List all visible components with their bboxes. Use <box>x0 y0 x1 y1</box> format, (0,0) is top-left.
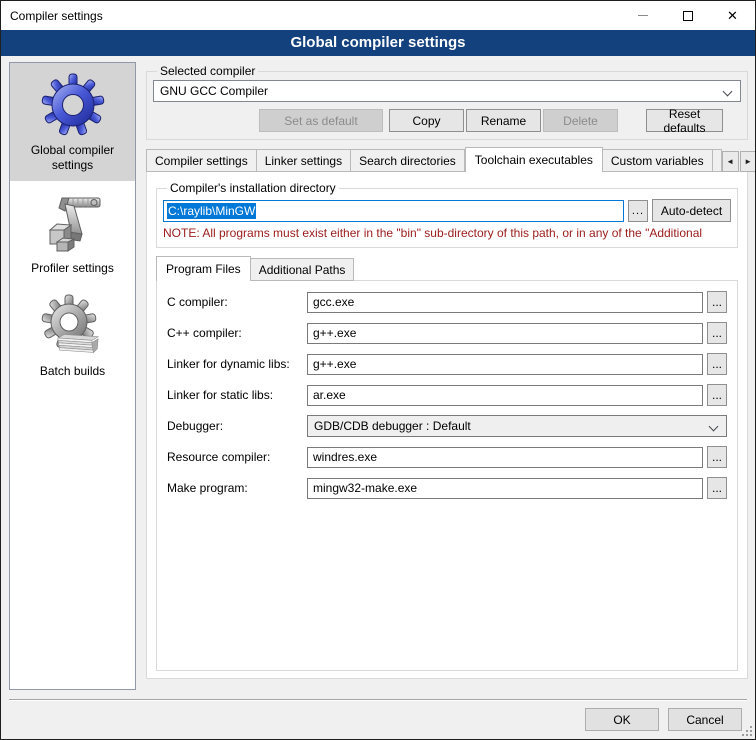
toolchain-subtab-bar: Program Files Additional Paths <box>156 257 738 281</box>
close-icon: ✕ <box>727 9 738 22</box>
cpp-compiler-label: C++ compiler: <box>167 326 307 340</box>
compiler-select[interactable]: GNU GCC Compiler <box>153 80 741 102</box>
settings-category-list[interactable]: Global compiler settings <box>9 62 136 690</box>
main-panel: Selected compiler GNU GCC Compiler Set a… <box>146 64 748 679</box>
cpp-compiler-input[interactable] <box>307 323 703 344</box>
compiler-select-value: GNU GCC Compiler <box>160 84 268 98</box>
chevron-down-icon <box>709 422 719 432</box>
blue-gear-icon <box>41 73 105 137</box>
install-dir-browse-button[interactable]: ... <box>628 200 648 222</box>
install-dir-input[interactable]: C:\raylib\MinGW <box>163 200 624 222</box>
caliper-icon <box>41 191 105 255</box>
compiler-buttons-row: Set as default Copy Rename Delete Reset … <box>153 109 741 132</box>
title-bar[interactable]: Compiler settings ✕ <box>1 1 755 30</box>
maximize-icon <box>683 11 693 21</box>
minimize-icon <box>638 15 648 16</box>
delete-button[interactable]: Delete <box>543 109 618 132</box>
linker-static-label: Linker for static libs: <box>167 388 307 402</box>
resize-grip-icon[interactable] <box>740 724 752 736</box>
install-dir-group: Compiler's installation directory C:\ray… <box>156 181 738 248</box>
dialog-content: Global compiler settings <box>1 56 755 739</box>
resource-compiler-browse-button[interactable]: ... <box>707 446 727 468</box>
tab-custom-variables[interactable]: Custom variables <box>603 149 713 172</box>
selected-compiler-group-label: Selected compiler <box>157 64 258 78</box>
auto-detect-button[interactable]: Auto-detect <box>652 199 731 222</box>
sidebar-item-label: Global compiler settings <box>12 143 133 173</box>
debugger-select[interactable]: GDB/CDB debugger : Default <box>307 415 727 437</box>
install-dir-note: NOTE: All programs must exist either in … <box>163 226 731 240</box>
program-files-page: C compiler: ... C++ compiler: ... Linker… <box>156 280 738 671</box>
debugger-select-value: GDB/CDB debugger : Default <box>314 419 471 433</box>
subtab-program-files[interactable]: Program Files <box>156 256 251 281</box>
field-row-cpp-compiler: C++ compiler: ... <box>167 322 727 344</box>
tab-compiler-settings[interactable]: Compiler settings <box>146 149 257 172</box>
cancel-button[interactable]: Cancel <box>668 708 742 731</box>
sidebar-item-label: Profiler settings <box>12 261 133 276</box>
banner-title: Global compiler settings <box>1 30 755 56</box>
toolchain-executables-page: Compiler's installation directory C:\ray… <box>146 171 748 679</box>
rename-button[interactable]: Rename <box>466 109 541 132</box>
resource-compiler-input[interactable] <box>307 447 703 468</box>
subtab-additional-paths[interactable]: Additional Paths <box>251 258 355 281</box>
install-dir-row: C:\raylib\MinGW ... Auto-detect <box>163 199 731 222</box>
footer-separator <box>9 699 747 701</box>
sidebar-item-batch-builds[interactable]: Batch builds <box>10 284 135 387</box>
install-dir-selected-text: C:\raylib\MinGW <box>167 203 256 219</box>
tab-scrollers: ◄ ► <box>722 151 756 172</box>
field-row-resource-compiler: Resource compiler: ... <box>167 446 727 468</box>
gray-gear-papers-icon <box>41 294 105 358</box>
tab-search-directories[interactable]: Search directories <box>351 149 465 172</box>
copy-button[interactable]: Copy <box>389 109 464 132</box>
c-compiler-browse-button[interactable]: ... <box>707 291 727 313</box>
compiler-settings-dialog: Compiler settings ✕ Global compiler sett… <box>0 0 756 740</box>
make-program-input[interactable] <box>307 478 703 499</box>
c-compiler-label: C compiler: <box>167 295 307 309</box>
field-row-linker-dynamic: Linker for dynamic libs: ... <box>167 353 727 375</box>
field-row-c-compiler: C compiler: ... <box>167 291 727 313</box>
close-button[interactable]: ✕ <box>710 1 755 30</box>
caption-buttons: ✕ <box>620 1 755 30</box>
ok-button[interactable]: OK <box>585 708 659 731</box>
field-row-debugger: Debugger: GDB/CDB debugger : Default <box>167 415 727 437</box>
settings-tab-bar: Compiler settings Linker settings Search… <box>146 147 748 172</box>
window-title: Compiler settings <box>1 9 103 23</box>
make-program-browse-button[interactable]: ... <box>707 477 727 499</box>
c-compiler-input[interactable] <box>307 292 703 313</box>
set-as-default-button[interactable]: Set as default <box>259 109 383 132</box>
field-row-linker-static: Linker for static libs: ... <box>167 384 727 406</box>
sidebar-item-profiler-settings[interactable]: Profiler settings <box>10 181 135 284</box>
chevron-down-icon <box>723 87 733 97</box>
selected-compiler-group: Selected compiler GNU GCC Compiler Set a… <box>146 64 748 140</box>
sidebar-item-label: Batch builds <box>12 364 133 379</box>
tab-build-options[interactable]: Build <box>713 149 722 172</box>
linker-dynamic-input[interactable] <box>307 354 703 375</box>
linker-dynamic-label: Linker for dynamic libs: <box>167 357 307 371</box>
debugger-label: Debugger: <box>167 419 307 433</box>
tab-linker-settings[interactable]: Linker settings <box>257 149 351 172</box>
cpp-compiler-browse-button[interactable]: ... <box>707 322 727 344</box>
make-program-label: Make program: <box>167 481 307 495</box>
install-dir-group-label: Compiler's installation directory <box>167 181 339 195</box>
tab-toolchain-executables[interactable]: Toolchain executables <box>465 147 603 172</box>
linker-dynamic-browse-button[interactable]: ... <box>707 353 727 375</box>
linker-static-browse-button[interactable]: ... <box>707 384 727 406</box>
resource-compiler-label: Resource compiler: <box>167 450 307 464</box>
linker-static-input[interactable] <box>307 385 703 406</box>
tab-scroll-right-icon[interactable]: ► <box>740 151 756 172</box>
sidebar-item-global-compiler-settings[interactable]: Global compiler settings <box>10 63 135 181</box>
reset-defaults-button[interactable]: Reset defaults <box>646 109 723 132</box>
field-row-make-program: Make program: ... <box>167 477 727 499</box>
maximize-button[interactable] <box>665 1 710 30</box>
minimize-button[interactable] <box>620 1 665 30</box>
tab-scroll-left-icon[interactable]: ◄ <box>722 151 739 172</box>
